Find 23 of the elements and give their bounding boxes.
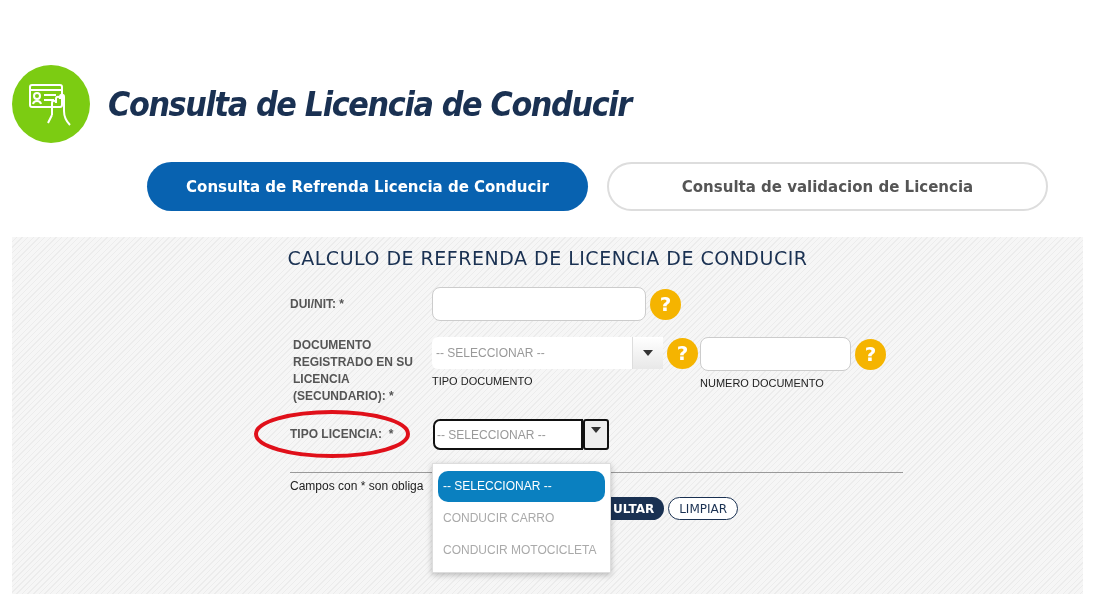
dropdown-option[interactable]: -- SELECCIONAR -- xyxy=(438,471,605,502)
required-fields-note: Campos con * son obliga xyxy=(290,479,424,493)
help-icon[interactable]: ? xyxy=(667,337,698,369)
tab[interactable]: Consulta de validacion de Licencia xyxy=(607,162,1048,211)
dropdown-option[interactable]: CONDUCIR MOTOCICLETA xyxy=(438,534,605,565)
help-icon[interactable]: ? xyxy=(855,338,886,370)
field-caption: TIPO DOCUMENTO xyxy=(432,375,534,387)
caret-icon xyxy=(591,427,601,433)
consult-button[interactable]: ULTAR xyxy=(611,497,665,520)
field-label: TIPO LICENCIA: * xyxy=(290,426,395,443)
id-card-hand-icon xyxy=(12,65,90,143)
clear-button[interactable]: LIMPIAR xyxy=(668,497,739,520)
document-type-select[interactable]: -- SELECCIONAR -- xyxy=(432,337,663,369)
field-label: DOCUMENTO REGISTRADO EN SU LICENCIA (SECUNDARIO): * xyxy=(293,337,413,405)
dui-input-field[interactable] xyxy=(432,287,646,321)
caret-icon xyxy=(643,350,653,356)
dropdown-option[interactable]: CONDUCIR CARRO xyxy=(438,502,605,534)
tab[interactable]: Consulta de Refrenda Licencia de Conducir xyxy=(147,162,588,211)
document-number-input-field[interactable] xyxy=(700,337,851,371)
help-icon[interactable]: ? xyxy=(650,288,681,320)
field-caption: NUMERO DOCUMENTO xyxy=(700,377,825,389)
form-heading: CALCULO DE REFRENDA DE LICENCIA DE CONDUCIR xyxy=(286,246,809,269)
field-label: DUI/NIT: * xyxy=(290,295,345,313)
